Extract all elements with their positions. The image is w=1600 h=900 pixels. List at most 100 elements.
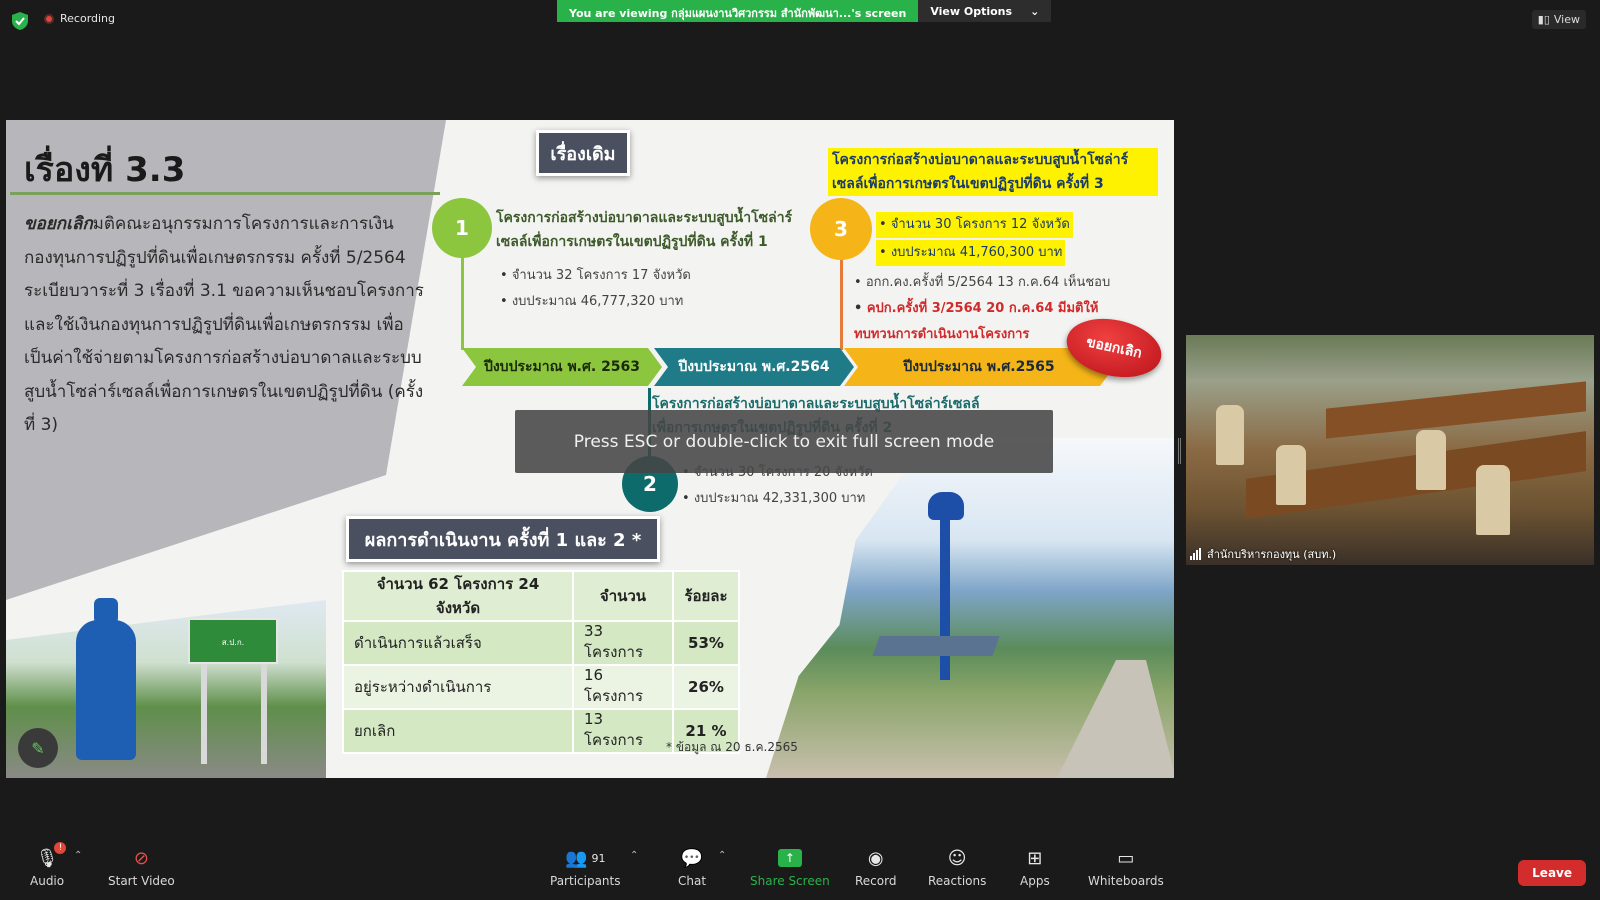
whiteboards-button[interactable]: ▭ Whiteboards	[1088, 846, 1164, 889]
table-header: ร้อยละ	[672, 570, 740, 622]
status-cell: ยกเลิก	[342, 708, 574, 754]
phase-3-highlights: จำนวน 30 โครงการ 12 จังหวัด งบประมาณ 41,…	[876, 212, 1073, 268]
record-label: Record	[855, 874, 897, 888]
start-video-label: Start Video	[108, 874, 175, 888]
phase-3-note-approval: อกก.คง.ครั้งที่ 5/2564 13 ก.ค.64 เห็นชอบ	[854, 270, 1114, 296]
participant-figure	[1216, 405, 1244, 465]
audio-options-caret-icon[interactable]: ⌃	[74, 850, 82, 861]
participants-button[interactable]: 👥 91 Participants	[550, 846, 621, 889]
share-screen-label: Share Screen	[750, 874, 830, 888]
participants-options-caret-icon[interactable]: ⌃	[630, 850, 638, 861]
slide-description: ขอยกเลิกมติคณะอนุกรรมการโครงการและการเงิ…	[24, 208, 424, 443]
apps-button[interactable]: ⊞ Apps	[1020, 846, 1050, 889]
project-sign-image: ส.ป.ก.	[188, 618, 278, 664]
phase-1-details: จำนวน 32 โครงการ 17 จังหวัด งบประมาณ 46,…	[500, 263, 691, 315]
table-row: อยู่ระหว่างดำเนินการ 16 โครงการ 26%	[342, 664, 740, 710]
chat-button[interactable]: 💬 Chat	[678, 846, 707, 889]
slide-title: เรื่องที่ 3.3	[24, 150, 186, 190]
view-options-button[interactable]: View Options ⌄	[918, 0, 1052, 22]
security-shield-icon[interactable]	[12, 12, 28, 30]
percent-cell: 53%	[672, 620, 740, 666]
status-cell: ดำเนินการแล้วเสร็จ	[342, 620, 574, 666]
reactions-icon: ☺	[947, 847, 967, 869]
meeting-toolbar: 🎙! Audio ⌃ ⊘ Start Video 👥 91 Participant…	[0, 842, 1600, 900]
reactions-label: Reactions	[928, 874, 987, 888]
timeline-connector	[461, 255, 464, 350]
timeline-connector	[840, 258, 843, 350]
water-tank-image	[76, 620, 136, 760]
year-arrow-2564: ปีงบประมาณ พ.ศ.2564	[654, 348, 854, 386]
phase-1-budget: งบประมาณ 46,777,320 บาท	[500, 289, 691, 315]
view-options-label: View Options	[930, 4, 1013, 18]
description-body: มติคณะอนุกรรมการโครงการและการเงินกองทุนก…	[24, 214, 424, 435]
table-header: จำนวน 62 โครงการ 24 จังหวัด	[342, 570, 574, 622]
meeting-table	[1326, 381, 1586, 439]
participants-count: 91	[591, 851, 606, 865]
chat-options-caret-icon[interactable]: ⌃	[718, 850, 726, 861]
percent-cell: 26%	[672, 664, 740, 710]
phase-3-marker: 3	[810, 198, 872, 260]
recording-indicator[interactable]: Recording	[44, 12, 115, 25]
participant-figure	[1416, 430, 1446, 490]
reactions-button[interactable]: ☺ Reactions	[928, 846, 987, 889]
apps-icon: ⊞	[1027, 847, 1043, 869]
shared-screen[interactable]: เรื่องที่ 3.3 ขอยกเลิกมติคณะอนุกรรมการโค…	[6, 120, 1174, 778]
whiteboard-icon: ▭	[1117, 847, 1135, 869]
annotate-pencil-icon[interactable]: ✎	[18, 728, 58, 768]
start-video-button[interactable]: ⊘ Start Video	[108, 846, 175, 889]
recording-label: Recording	[60, 12, 116, 25]
count-cell: 16 โครงการ	[572, 664, 674, 710]
whiteboards-label: Whiteboards	[1088, 874, 1164, 888]
recording-dot-icon	[44, 13, 54, 24]
table-header-row: จำนวน 62 โครงการ 24 จังหวัด จำนวน ร้อยละ	[342, 570, 740, 622]
participant-figure	[1476, 465, 1510, 535]
participant-name-label: สำนักบริหารกองทุน (สบท.)	[1190, 545, 1336, 563]
viewing-banner-text: You are viewing กลุ่มแผนงานวิศวกรรม สำนั…	[557, 0, 919, 22]
status-cell: อยู่ระหว่างดำเนินการ	[342, 664, 574, 710]
participants-icon: 👥 91	[565, 847, 606, 869]
title-underline	[10, 192, 440, 195]
phase-1-count: จำนวน 32 โครงการ 17 จังหวัด	[500, 263, 691, 289]
share-screen-icon: ↑	[777, 846, 802, 870]
leave-button[interactable]: Leave	[1518, 860, 1586, 886]
record-icon: ◉	[867, 847, 884, 869]
description-emphasis: ขอยกเลิก	[24, 214, 93, 234]
results-title: ผลการดำเนินงาน ครั้งที่ 1 และ 2 *	[346, 516, 660, 562]
phase-1-marker: 1	[432, 198, 492, 258]
table-header: จำนวน	[572, 570, 674, 622]
sign-post	[261, 664, 267, 764]
participant-video-tile[interactable]: สำนักบริหารกองทุน (สบท.)	[1186, 335, 1594, 565]
audio-button[interactable]: 🎙! Audio	[30, 842, 67, 888]
view-button[interactable]: ▮▯ View	[1531, 10, 1586, 29]
results-table: จำนวน 62 โครงการ 24 จังหวัด จำนวน ร้อยละ…	[342, 570, 740, 754]
microphone-icon: 🎙!	[36, 842, 67, 870]
previous-matter-label: เรื่องเดิม	[536, 130, 630, 176]
phase-3-title: โครงการก่อสร้างบ่อบาดาลและระบบสูบน้ำโซล่…	[828, 148, 1158, 196]
fullscreen-exit-tooltip: Press ESC or double-click to exit full s…	[515, 410, 1053, 473]
audio-alert-badge: !	[54, 842, 67, 854]
phase-1-title: โครงการก่อสร้างบ่อบาดาลและระบบสูบน้ำโซล่…	[496, 210, 793, 250]
audio-label: Audio	[30, 874, 65, 888]
phase-3-count: จำนวน 30 โครงการ 12 จังหวัด	[876, 212, 1073, 238]
count-cell: 33 โครงการ	[572, 620, 674, 666]
panel-resize-handle[interactable]	[1178, 438, 1181, 464]
year-arrow-2563: ปีงบประมาณ พ.ศ. 2563	[462, 348, 662, 386]
view-layout-icon: ▮▯	[1537, 13, 1550, 26]
participant-figure	[1276, 445, 1306, 505]
sign-post	[201, 664, 207, 764]
share-screen-button[interactable]: ↑ Share Screen	[750, 846, 830, 888]
apps-label: Apps	[1020, 874, 1050, 888]
video-off-icon: ⊘	[133, 847, 149, 869]
viewing-banner: You are viewing กลุ่มแผนงานวิศวกรรม สำนั…	[557, 0, 1052, 22]
participants-label: Participants	[550, 874, 621, 888]
signal-strength-icon	[1190, 548, 1201, 560]
chat-icon: 💬	[680, 847, 704, 869]
chat-label: Chat	[678, 874, 707, 888]
phase-3-budget: งบประมาณ 41,760,300 บาท	[876, 240, 1066, 266]
record-button[interactable]: ◉ Record	[855, 846, 897, 889]
view-label: View	[1553, 13, 1580, 26]
chevron-down-icon: ⌄	[1030, 4, 1040, 18]
solar-panel-image	[872, 636, 1000, 656]
participant-name: สำนักบริหารกองทุน (สบท.)	[1207, 548, 1337, 561]
data-footnote: * ข้อมูล ณ 20 ธ.ค.2565	[666, 740, 798, 754]
